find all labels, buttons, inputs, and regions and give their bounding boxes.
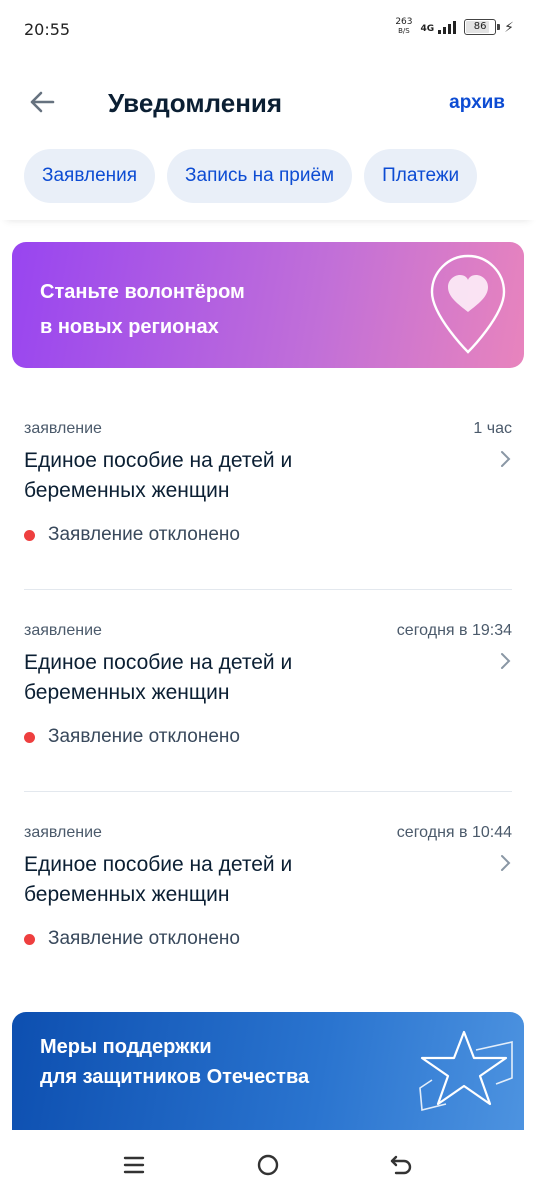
divider (24, 791, 512, 792)
tab-payments[interactable]: Платежи (364, 149, 478, 203)
notification-type: заявление (24, 824, 102, 841)
tab-appointments[interactable]: Запись на приём (167, 149, 353, 203)
status-dot-icon (24, 731, 35, 743)
tab-applications[interactable]: Заявления (24, 149, 156, 203)
notification-item[interactable]: заявление сегодня в 19:34 Единое пособие… (24, 622, 512, 792)
page-title: Уведомления (108, 88, 283, 118)
divider (24, 589, 512, 590)
status-dot-icon (24, 933, 35, 945)
filter-tabs: Заявления Запись на приём Платежи (24, 149, 478, 203)
support-banner-text: Меры поддержки для защитников Отечества (40, 1036, 310, 1088)
notification-time: сегодня в 10:44 (396, 824, 512, 841)
chevron-right-icon (501, 653, 511, 669)
app-header: Уведомления архив Заявления Запись на пр… (0, 60, 536, 220)
notification-title: Единое пособие на детей и беременных жен… (24, 853, 293, 906)
notification-type: заявление (24, 420, 102, 437)
status-indicators: 263 B/S 4G 86 ⚡ (395, 18, 514, 36)
chevron-right-icon (501, 855, 511, 871)
menu-icon (123, 1156, 145, 1174)
notification-type: заявление (24, 622, 102, 639)
charging-icon: ⚡ (504, 18, 514, 35)
system-nav-bar (0, 1130, 536, 1200)
volunteer-banner[interactable]: Станьте волонтёром в новых регионах (12, 242, 524, 368)
system-back-button[interactable] (386, 1150, 418, 1180)
chevron-right-icon (501, 451, 511, 467)
notification-time: сегодня в 19:34 (396, 622, 512, 639)
status-bar: 20:55 263 B/S 4G 86 ⚡ (0, 0, 536, 60)
back-arrow-icon (390, 1155, 412, 1175)
archive-link[interactable]: архив (449, 92, 505, 114)
support-banner[interactable]: Меры поддержки для защитников Отечества (12, 1012, 524, 1130)
volunteer-banner-text: Станьте волонтёром в новых регионах (40, 281, 245, 338)
heart-pin-icon (430, 254, 506, 354)
status-time: 20:55 (24, 20, 71, 39)
home-circle-icon (257, 1154, 279, 1176)
status-dot-icon (24, 529, 35, 541)
notification-item[interactable]: заявление сегодня в 10:44 Единое пособие… (24, 824, 512, 994)
menu-button[interactable] (118, 1150, 150, 1180)
back-button[interactable] (22, 84, 62, 120)
notification-status: Заявление отклонено (24, 726, 240, 748)
notification-status: Заявление отклонено (24, 928, 240, 950)
arrow-left-icon (30, 91, 55, 113)
home-button[interactable] (252, 1150, 284, 1180)
notification-title: Единое пособие на детей и беременных жен… (24, 449, 293, 502)
notification-status: Заявление отклонено (24, 524, 240, 546)
signal-icon: 4G (421, 20, 457, 34)
battery-icon: 86 (464, 19, 501, 35)
star-icon (419, 1030, 513, 1112)
notification-time: 1 час (473, 420, 512, 437)
network-speed: 263 B/S (395, 17, 413, 36)
notification-item[interactable]: заявление 1 час Единое пособие на детей … (24, 420, 512, 590)
notification-title: Единое пособие на детей и беременных жен… (24, 651, 293, 704)
